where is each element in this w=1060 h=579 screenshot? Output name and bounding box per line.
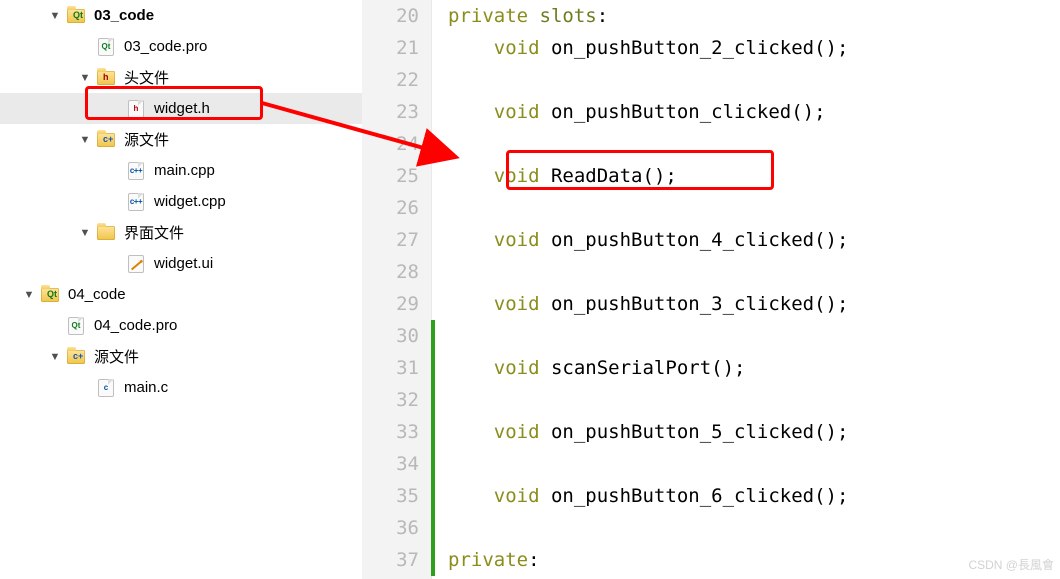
expand-arrow-icon[interactable]: ▼ [78,227,92,239]
line-number: 33 [362,416,419,448]
file-cpp-icon: c++ [126,161,146,181]
tree-item-6[interactable]: c++ widget.cpp [0,186,362,217]
code-area[interactable]: private slots: void on_pushButton_2_clic… [432,0,1060,579]
tree-item-label: widget.h [154,100,210,117]
folder-qt-icon: Qt [66,6,86,26]
project-tree[interactable]: ▼ Qt 03_code Qt 03_code.pro ▼ h 头文件 h widget.h ▼ c+… [0,0,362,579]
expand-arrow-icon[interactable]: ▼ [48,351,62,363]
code-line[interactable]: void on_pushButton_5_clicked(); [448,416,1060,448]
code-line[interactable]: void on_pushButton_6_clicked(); [448,480,1060,512]
code-line[interactable]: void ReadData(); [448,160,1060,192]
tree-item-4[interactable]: ▼ c+ 源文件 [0,124,362,155]
line-number: 24 [362,128,419,160]
code-line[interactable] [448,192,1060,224]
line-number: 29 [362,288,419,320]
code-line[interactable] [448,128,1060,160]
tree-item-10[interactable]: Qt 04_code.pro [0,310,362,341]
code-line[interactable]: private: [448,544,1060,576]
file-cpp-icon: c++ [126,192,146,212]
line-number: 26 [362,192,419,224]
tree-item-0[interactable]: ▼ Qt 03_code [0,0,362,31]
code-line[interactable] [448,64,1060,96]
folder-h-icon: h [96,68,116,88]
line-number: 31 [362,352,419,384]
expand-arrow-icon[interactable]: ▼ [78,134,92,146]
folder-qt-icon: Qt [40,285,60,305]
tree-item-label: 03_code.pro [124,38,207,55]
tree-item-label: main.cpp [154,162,215,179]
file-qt-icon: Qt [96,37,116,57]
line-number: 30 [362,320,419,352]
line-number: 34 [362,448,419,480]
code-line[interactable]: void on_pushButton_3_clicked(); [448,288,1060,320]
code-line[interactable] [448,512,1060,544]
code-line[interactable]: void scanSerialPort(); [448,352,1060,384]
line-number: 36 [362,512,419,544]
code-line[interactable]: void on_pushButton_4_clicked(); [448,224,1060,256]
code-line[interactable] [448,384,1060,416]
code-line[interactable]: void on_pushButton_clicked(); [448,96,1060,128]
line-number: 20 [362,0,419,32]
line-number: 27 [362,224,419,256]
tree-item-11[interactable]: ▼ c+ 源文件 [0,341,362,372]
tree-item-label: 04_code [68,286,126,303]
code-line[interactable] [448,448,1060,480]
tree-item-label: 03_code [94,7,154,24]
tree-item-label: 源文件 [124,129,169,150]
line-number: 35 [362,480,419,512]
code-line[interactable]: void on_pushButton_2_clicked(); [448,32,1060,64]
code-line[interactable] [448,320,1060,352]
file-ui-icon [126,254,146,274]
tree-item-2[interactable]: ▼ h 头文件 [0,62,362,93]
tree-item-label: widget.cpp [154,193,226,210]
code-line[interactable] [448,256,1060,288]
file-c-icon: c [96,378,116,398]
tree-item-1[interactable]: Qt 03_code.pro [0,31,362,62]
line-number-gutter: 202122232425262728293031323334353637 [362,0,432,579]
change-marker [431,320,435,576]
line-number: 23 [362,96,419,128]
code-editor[interactable]: 202122232425262728293031323334353637 pri… [362,0,1060,579]
file-h-icon: h [126,99,146,119]
expand-arrow-icon[interactable]: ▼ [22,289,36,301]
tree-item-3[interactable]: h widget.h [0,93,362,124]
line-number: 37 [362,544,419,576]
expand-arrow-icon[interactable]: ▼ [48,10,62,22]
tree-item-12[interactable]: c main.c [0,372,362,403]
folder-cpp-icon: c+ [66,347,86,367]
tree-item-7[interactable]: ▼ 界面文件 [0,217,362,248]
expand-arrow-icon[interactable]: ▼ [78,72,92,84]
tree-item-label: 界面文件 [124,222,184,243]
tree-item-5[interactable]: c++ main.cpp [0,155,362,186]
line-number: 25 [362,160,419,192]
folder-ui-icon [96,223,116,243]
tree-item-label: 04_code.pro [94,317,177,334]
line-number: 22 [362,64,419,96]
tree-item-9[interactable]: ▼ Qt 04_code [0,279,362,310]
line-number: 21 [362,32,419,64]
tree-item-label: 源文件 [94,346,139,367]
tree-item-label: widget.ui [154,255,213,272]
line-number: 28 [362,256,419,288]
folder-cpp-icon: c+ [96,130,116,150]
file-qt-icon: Qt [66,316,86,336]
code-line[interactable]: private slots: [448,0,1060,32]
line-number: 32 [362,384,419,416]
tree-item-label: 头文件 [124,67,169,88]
tree-item-8[interactable]: widget.ui [0,248,362,279]
tree-item-label: main.c [124,379,168,396]
